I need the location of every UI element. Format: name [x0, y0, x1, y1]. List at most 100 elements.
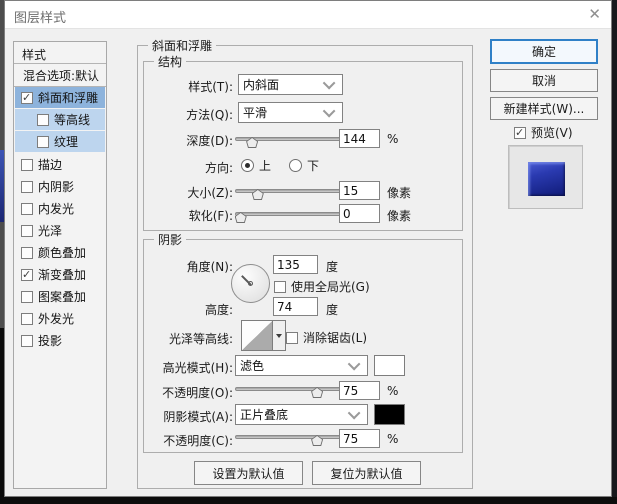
- preview-checkbox[interactable]: [514, 126, 526, 139]
- cancel-button[interactable]: 取消: [490, 69, 598, 92]
- stroke-checkbox[interactable]: [21, 158, 33, 171]
- sidebar-item-blending-options[interactable]: 混合选项:默认: [15, 65, 105, 86]
- direction-up-label: 上: [259, 159, 272, 173]
- preview-label: 预览(V): [531, 126, 573, 140]
- ok-button[interactable]: 确定: [490, 39, 598, 64]
- satin-checkbox[interactable]: [21, 224, 33, 237]
- drop-shadow-checkbox[interactable]: [21, 334, 33, 347]
- style-dropdown[interactable]: 内斜面: [238, 74, 343, 95]
- sidebar-item-satin[interactable]: 光泽: [15, 220, 105, 241]
- structure-group-title: 结构: [154, 53, 187, 70]
- sidebar-item-label: 描边: [38, 158, 63, 172]
- sidebar-item-outer-glow[interactable]: 外发光: [15, 308, 105, 329]
- use-global-light-checkbox[interactable]: [274, 280, 286, 293]
- size-slider[interactable]: [235, 186, 349, 200]
- altitude-input[interactable]: [273, 297, 318, 316]
- shading-group-title: 阴影: [154, 231, 187, 248]
- inner-shadow-checkbox[interactable]: [21, 180, 33, 193]
- outer-glow-checkbox[interactable]: [21, 312, 33, 325]
- dialog-title: 图层样式: [14, 11, 67, 26]
- anti-alias-checkbox[interactable]: [286, 331, 298, 344]
- new-style-button[interactable]: 新建样式(W)...: [490, 97, 598, 120]
- sidebar-item-color-overlay[interactable]: 颜色叠加: [15, 242, 105, 263]
- preview-option[interactable]: 预览(V): [514, 124, 573, 141]
- shadow-opacity-slider[interactable]: [235, 432, 349, 446]
- radio-up[interactable]: [241, 159, 254, 172]
- slider-track[interactable]: [235, 387, 349, 391]
- color-overlay-checkbox[interactable]: [21, 246, 33, 259]
- shadow-mode-dropdown[interactable]: 正片叠底: [235, 404, 368, 425]
- slider-track[interactable]: [235, 212, 349, 216]
- close-icon[interactable]: ✕: [588, 5, 601, 23]
- sidebar-item-gradient-overlay[interactable]: 渐变叠加: [15, 264, 105, 285]
- direction-down-radio[interactable]: 下: [289, 157, 319, 174]
- anti-alias-option[interactable]: 消除锯齿(L): [286, 329, 367, 346]
- workspace-backdrop-bottom: [0, 497, 617, 504]
- angle-input[interactable]: [273, 255, 318, 274]
- contour-checkbox[interactable]: [37, 113, 49, 126]
- highlight-color-swatch[interactable]: [374, 355, 405, 376]
- soften-label: 软化(F):: [188, 209, 233, 223]
- highlight-mode-dropdown[interactable]: 滤色: [235, 355, 368, 376]
- title-bar[interactable]: 图层样式 ✕: [5, 1, 611, 29]
- sidebar-item-label: 等高线: [54, 113, 91, 127]
- technique-dropdown-value: 平滑: [243, 106, 268, 120]
- depth-unit: %: [387, 132, 399, 146]
- radio-down[interactable]: [289, 159, 302, 172]
- gloss-contour-swatch[interactable]: [241, 320, 273, 351]
- sidebar-item-label: 投影: [38, 334, 63, 348]
- sidebar-item-contour[interactable]: 等高线: [15, 109, 105, 130]
- gradient-overlay-checkbox[interactable]: [21, 268, 33, 281]
- shadow-color-swatch[interactable]: [374, 404, 405, 425]
- soften-input[interactable]: [339, 204, 380, 223]
- angle-center-dot: [248, 281, 253, 286]
- sidebar-item-stroke[interactable]: 描边: [15, 154, 105, 175]
- technique-dropdown[interactable]: 平滑: [238, 102, 343, 123]
- highlight-opacity-input[interactable]: [339, 381, 380, 400]
- direction-down-label: 下: [307, 159, 320, 173]
- sidebar-item-pattern-overlay[interactable]: 图案叠加: [15, 286, 105, 307]
- panel-title: 斜面和浮雕: [148, 37, 217, 54]
- direction-up-radio[interactable]: 上: [241, 157, 271, 174]
- gloss-contour-label: 光泽等高线:: [168, 332, 233, 346]
- sidebar-item-bevel-emboss[interactable]: 斜面和浮雕: [15, 87, 105, 108]
- size-input[interactable]: [339, 181, 380, 200]
- divider: [14, 63, 106, 64]
- depth-input[interactable]: [339, 129, 380, 148]
- altitude-unit: 度: [326, 303, 339, 317]
- sidebar-item-label: 斜面和浮雕: [38, 91, 99, 105]
- use-global-light-option[interactable]: 使用全局光(G): [274, 278, 370, 295]
- size-unit: 像素: [387, 186, 412, 200]
- depth-slider[interactable]: [235, 134, 349, 148]
- shadow-opacity-input[interactable]: [339, 429, 380, 448]
- style-preview-thumbnail: [528, 162, 565, 196]
- shadow-mode-label: 阴影模式(A):: [163, 410, 233, 424]
- angle-label: 角度(N):: [186, 260, 233, 274]
- anti-alias-label: 消除锯齿(L): [303, 331, 368, 345]
- inner-glow-checkbox[interactable]: [21, 202, 33, 215]
- size-label: 大小(Z):: [187, 186, 233, 200]
- texture-checkbox[interactable]: [37, 135, 49, 148]
- gloss-contour-arrow-button[interactable]: [273, 320, 286, 351]
- highlight-opacity-unit: %: [387, 384, 399, 398]
- reset-default-button[interactable]: 复位为默认值: [312, 461, 421, 485]
- sidebar-item-label: 颜色叠加: [38, 246, 87, 260]
- technique-label: 方法(Q):: [186, 108, 233, 122]
- slider-track[interactable]: [235, 435, 349, 439]
- pattern-overlay-checkbox[interactable]: [21, 290, 33, 303]
- highlight-opacity-slider[interactable]: [235, 384, 349, 398]
- style-label: 样式(T):: [188, 80, 233, 94]
- angle-dial[interactable]: [231, 264, 270, 303]
- slider-track[interactable]: [235, 189, 349, 193]
- depth-label: 深度(D):: [186, 134, 233, 148]
- sidebar-item-inner-glow[interactable]: 内发光: [15, 198, 105, 219]
- bevel-emboss-checkbox[interactable]: [21, 91, 33, 104]
- sidebar-item-inner-shadow[interactable]: 内阴影: [15, 176, 105, 197]
- direction-label: 方向:: [204, 161, 233, 175]
- sidebar-item-drop-shadow[interactable]: 投影: [15, 330, 105, 351]
- soften-slider[interactable]: [234, 209, 349, 223]
- sidebar-item-texture[interactable]: 纹理: [15, 131, 105, 152]
- highlight-opacity-label: 不透明度(O):: [162, 386, 233, 400]
- set-default-button[interactable]: 设置为默认值: [194, 461, 303, 485]
- shadow-opacity-label: 不透明度(C):: [163, 434, 233, 448]
